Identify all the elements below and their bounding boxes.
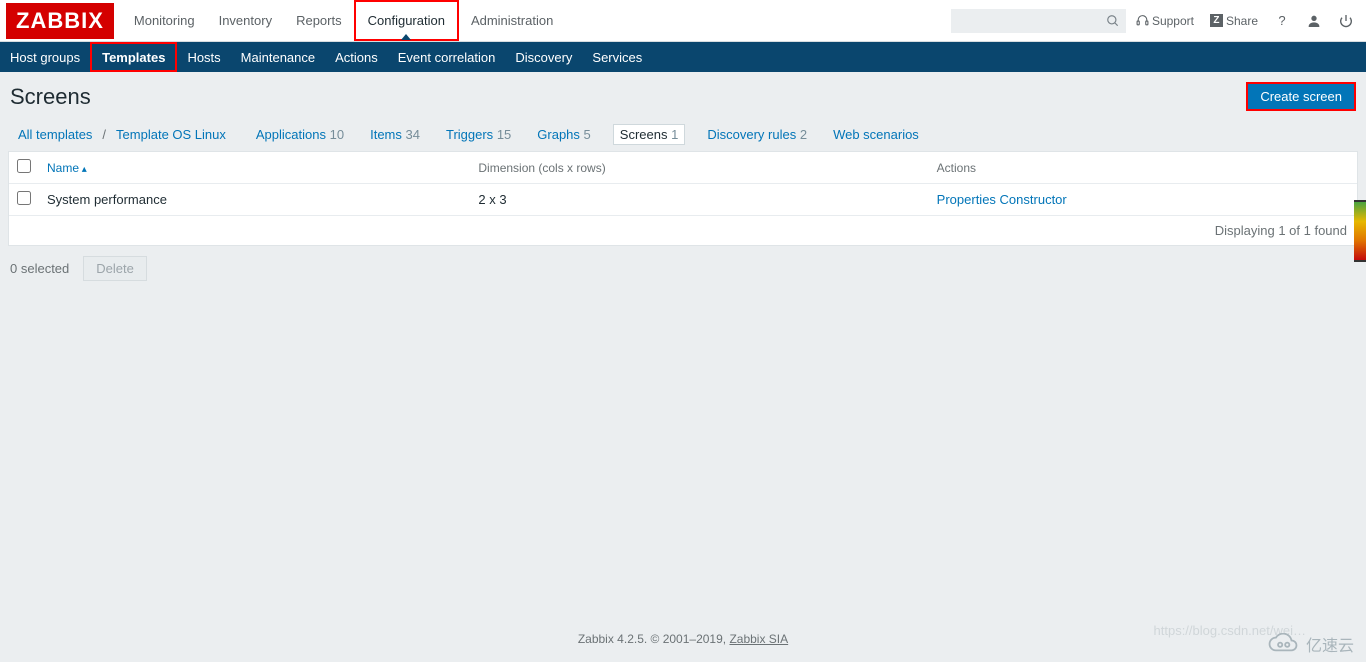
subnav-host-groups[interactable]: Host groups [0,42,90,72]
subnav-event-correlation[interactable]: Event correlation [388,42,506,72]
subnav-hosts[interactable]: Hosts [177,42,230,72]
table-actions-bar: 0 selected Delete [0,246,1366,291]
power-button[interactable] [1332,7,1360,35]
breadcrumb-template-name[interactable]: Template OS Linux [112,125,230,144]
watermark-text: 亿速云 [1306,632,1354,656]
tab-screens[interactable]: Screens 1 [613,124,686,145]
tab-applications[interactable]: Applications 10 [252,125,348,144]
tab-discovery-rules-label: Discovery rules [707,127,796,142]
topnav-monitoring[interactable]: Monitoring [122,0,207,41]
tab-triggers[interactable]: Triggers 15 [442,125,515,144]
support-label: Support [1152,14,1194,28]
th-name[interactable]: Name [39,152,470,184]
tab-items-count: 34 [406,127,420,142]
scroll-helper[interactable] [1354,200,1366,262]
cloud-icon [1266,633,1300,655]
share-link[interactable]: Z Share [1204,10,1264,32]
footer-zabbix-link[interactable]: Zabbix SIA [729,632,788,646]
subnav-maintenance[interactable]: Maintenance [231,42,325,72]
template-tabs: All templates / Template OS Linux Applic… [0,119,1366,151]
zabbix-logo[interactable]: ZABBIX [6,3,114,39]
search-input[interactable] [951,9,1126,33]
row-dimension-cell: 2 x 3 [470,184,928,216]
select-all-checkbox[interactable] [17,159,31,173]
screens-table-wrap: Name Dimension (cols x rows) Actions Sys… [8,151,1358,246]
page-header: Screens Create screen [0,72,1366,119]
tab-discovery-rules[interactable]: Discovery rules 2 [703,125,811,144]
table-footer: Displaying 1 of 1 found [9,216,1357,245]
support-link[interactable]: Support [1130,10,1200,32]
th-name-label: Name [47,161,87,175]
top-nav: Monitoring Inventory Reports Configurati… [122,0,565,41]
page-title: Screens [10,84,91,110]
row-properties-link[interactable]: Properties [937,192,996,207]
tab-items-label: Items [370,127,402,142]
delete-button: Delete [83,256,147,281]
row-checkbox[interactable] [17,191,31,205]
tab-triggers-count: 15 [497,127,511,142]
th-dimension: Dimension (cols x rows) [470,152,928,184]
tab-items[interactable]: Items 34 [366,125,424,144]
tab-graphs-label: Graphs [537,127,580,142]
row-actions-cell: Properties Constructor [929,184,1357,216]
breadcrumb-separator: / [102,127,106,142]
z-icon: Z [1210,14,1223,27]
tab-screens-label: Screens [620,127,668,142]
share-label: Share [1226,14,1258,28]
tab-web-scenarios-label: Web scenarios [833,127,919,142]
th-actions: Actions [929,152,1357,184]
help-button[interactable]: ? [1268,7,1296,35]
user-icon [1306,13,1322,29]
search-icon [1106,14,1120,28]
top-right-controls: Support Z Share ? [951,7,1366,35]
tab-graphs-count: 5 [584,127,591,142]
tab-web-scenarios[interactable]: Web scenarios [829,125,923,144]
tab-discovery-rules-count: 2 [800,127,807,142]
help-icon: ? [1278,13,1285,28]
row-name-cell[interactable]: System performance [39,184,470,216]
watermark: 亿速云 [1266,632,1354,656]
tab-applications-count: 10 [330,127,344,142]
user-button[interactable] [1300,7,1328,35]
create-screen-button[interactable]: Create screen [1246,82,1356,111]
row-check-cell [9,184,39,216]
selected-count: 0 selected [10,261,69,276]
tab-screens-count: 1 [671,127,678,142]
footer-text: Zabbix 4.2.5. © 2001–2019, [578,632,730,646]
topnav-configuration[interactable]: Configuration [354,0,459,41]
power-icon [1338,13,1354,29]
headset-icon [1136,14,1149,27]
top-bar: ZABBIX Monitoring Inventory Reports Conf… [0,0,1366,42]
select-all-cell [9,152,39,184]
topnav-inventory[interactable]: Inventory [207,0,284,41]
sub-nav: Host groups Templates Hosts Maintenance … [0,42,1366,72]
row-constructor-link[interactable]: Constructor [1000,192,1067,207]
tab-graphs[interactable]: Graphs 5 [533,125,595,144]
tab-triggers-label: Triggers [446,127,493,142]
topnav-reports[interactable]: Reports [284,0,354,41]
topnav-administration[interactable]: Administration [459,0,565,41]
table-row: System performance 2 x 3 Properties Cons… [9,184,1357,216]
screens-table: Name Dimension (cols x rows) Actions Sys… [9,152,1357,216]
subnav-discovery[interactable]: Discovery [505,42,582,72]
subnav-templates[interactable]: Templates [90,42,177,72]
breadcrumb-all-templates[interactable]: All templates [14,125,96,144]
subnav-services[interactable]: Services [582,42,652,72]
subnav-actions[interactable]: Actions [325,42,388,72]
tab-applications-label: Applications [256,127,326,142]
table-header-row: Name Dimension (cols x rows) Actions [9,152,1357,184]
